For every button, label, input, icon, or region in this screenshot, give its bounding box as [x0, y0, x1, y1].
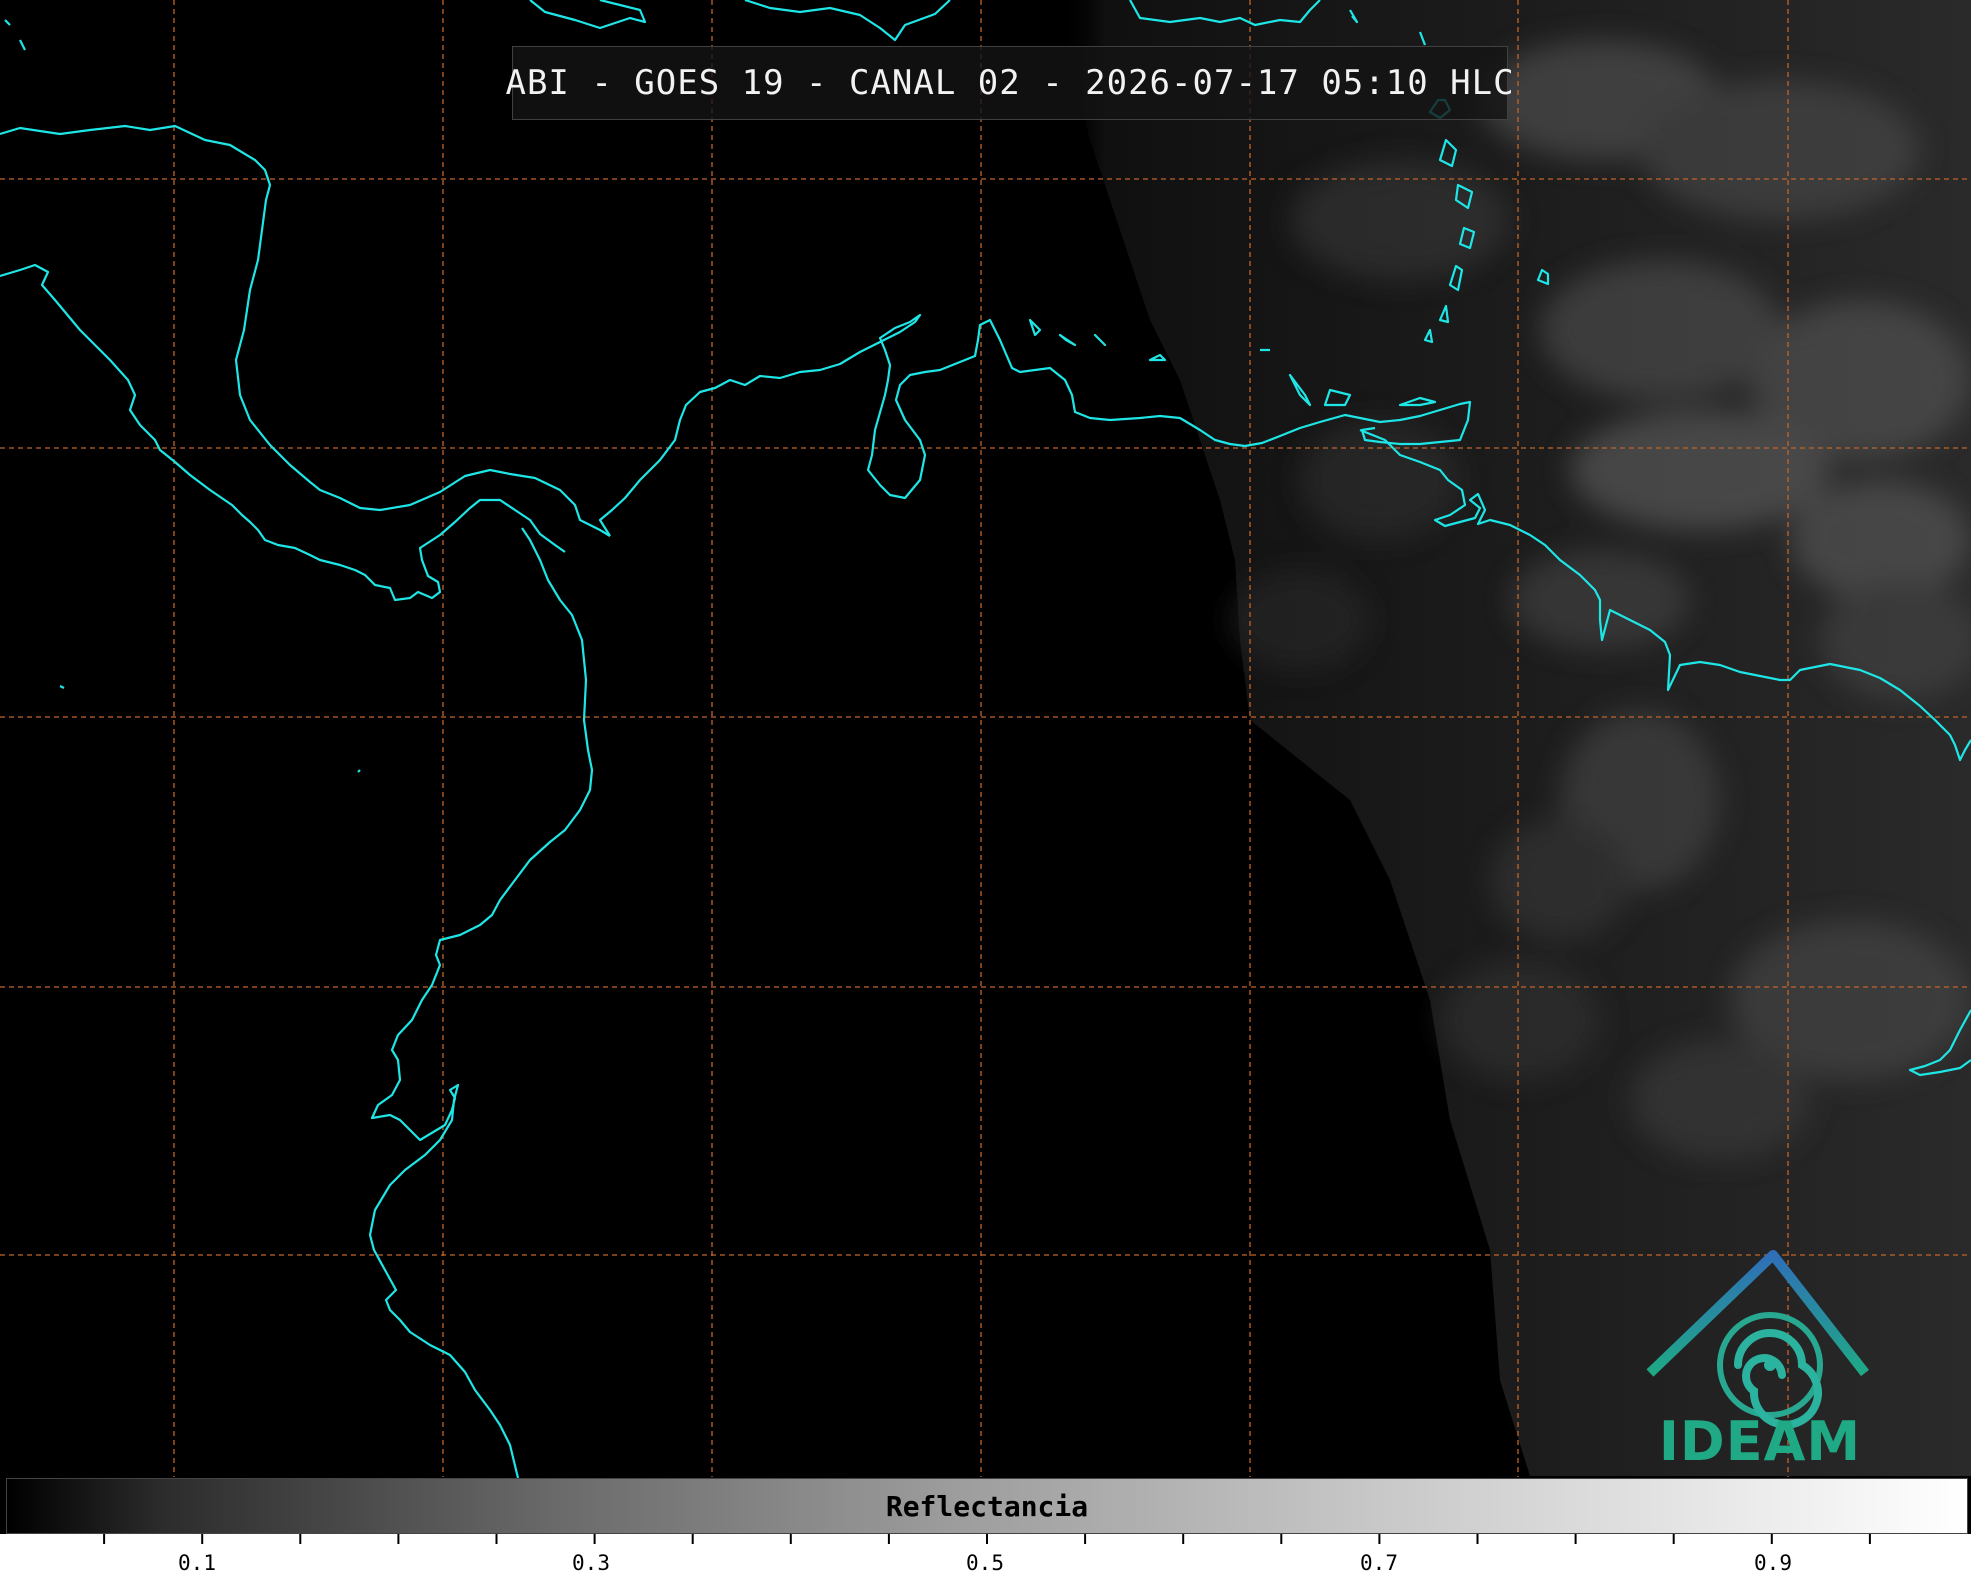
- colorbar-axis: 0.1 0.3 0.5 0.7 0.9: [0, 1534, 1971, 1577]
- map-title: ABI - GOES 19 - CANAL 02 - 2026-07-17 05…: [505, 46, 1514, 120]
- logo-text: IDEAM: [1658, 1410, 1862, 1473]
- colorbar-label: Reflectancia: [885, 1489, 1089, 1523]
- map-title-text: ABI - GOES 19 - CANAL 02 - 2026-07-17 05…: [505, 63, 1515, 103]
- coast-pacific-central-america: [0, 263, 566, 602]
- coast-hispaniola: [744, 0, 951, 42]
- coast-yucatan-central-america: [0, 124, 611, 537]
- ideam-logo: IDEAM: [1640, 1250, 1880, 1473]
- coast-cuba: [529, 0, 647, 30]
- colorbar: Reflectancia: [6, 1478, 1968, 1534]
- coast-colombia-pacific: [368, 527, 594, 1479]
- tick-label-0.5: 0.5: [966, 1551, 1004, 1575]
- tick-label-0.3: 0.3: [572, 1551, 610, 1575]
- satellite-map: ABI - GOES 19 - CANAL 02 - 2026-07-17 05…: [0, 0, 1971, 1577]
- tick-label-0.9: 0.9: [1754, 1551, 1792, 1575]
- tick-label-0.1: 0.1: [178, 1551, 216, 1575]
- tick-label-0.7: 0.7: [1360, 1551, 1398, 1575]
